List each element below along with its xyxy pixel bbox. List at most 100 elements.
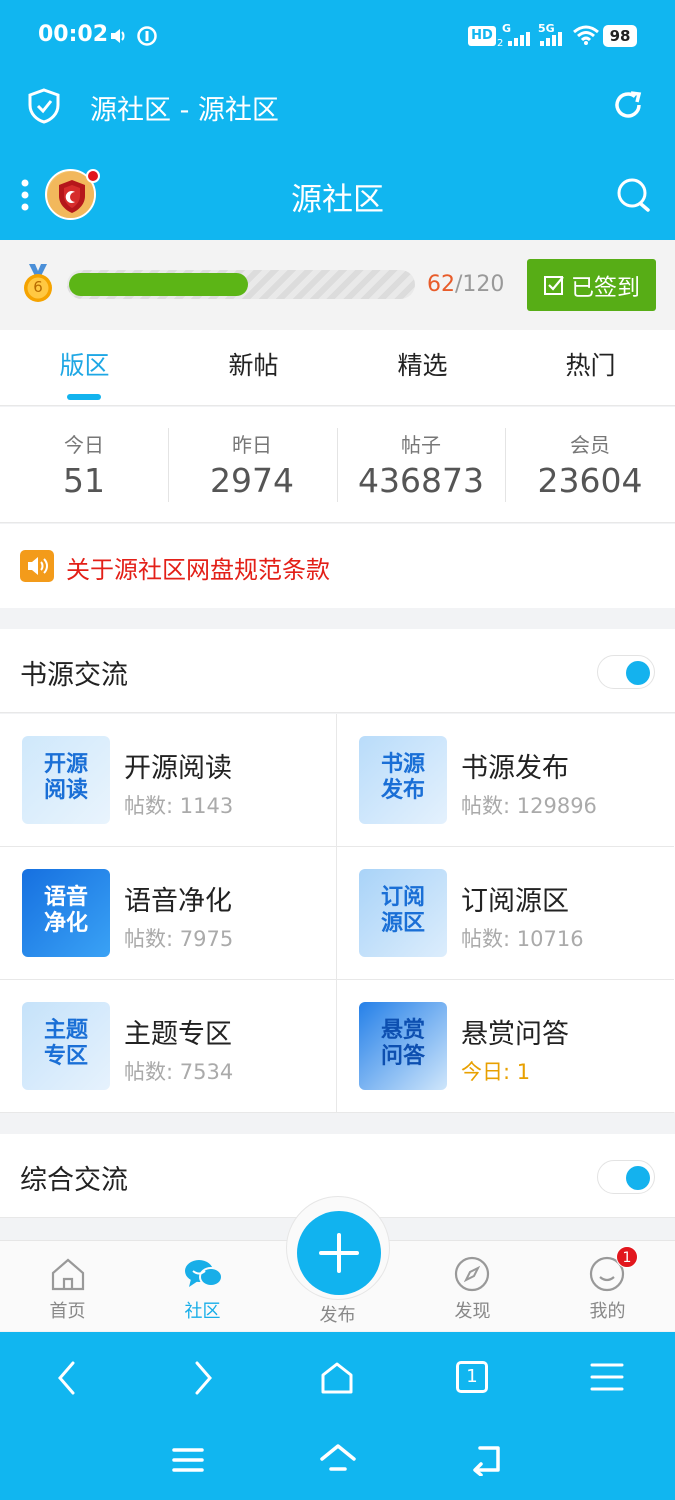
home-page-icon[interactable]	[319, 1360, 355, 1396]
icon-text: 问答	[380, 1044, 425, 1069]
stat-members: 会员 23604	[506, 407, 674, 523]
forum-themes[interactable]: 主题 专区 主题专区 帖数: 7534	[0, 980, 337, 1113]
nav-profile[interactable]: 我的	[540, 1241, 675, 1332]
tab-hot[interactable]: 热门	[506, 330, 675, 406]
battery-indicator: 98	[603, 25, 637, 47]
refresh-icon[interactable]	[610, 87, 646, 123]
forum-post-count: 帖数: 10716	[461, 927, 584, 951]
icon-text: 源区	[380, 911, 425, 936]
forum-post-count: 帖数: 7975	[124, 927, 234, 951]
data-saver-icon	[137, 26, 157, 46]
section-collapse-toggle[interactable]	[597, 655, 655, 689]
profile-notification-badge: 1	[616, 1246, 638, 1268]
icon-text: 语音	[43, 885, 88, 910]
shield-check-icon[interactable]	[27, 88, 61, 124]
nav-label: 我的	[589, 1301, 626, 1322]
forum-book-source-release[interactable]: 书源 发布 书源发布 帖数: 129896	[337, 714, 674, 847]
forum-open-reading[interactable]: 开源 阅读 开源阅读 帖数: 1143	[0, 714, 337, 847]
forum-subscription-sources[interactable]: 订阅 源区 订阅源区 帖数: 10716	[337, 847, 674, 980]
forum-post-count: 帖数: 7534	[124, 1060, 234, 1084]
forum-name: 悬赏问答	[461, 1019, 569, 1050]
section-header-book-sources: 书源交流	[0, 629, 675, 713]
nav-community[interactable]: 社区	[135, 1241, 270, 1332]
toggle-knob	[626, 1166, 650, 1190]
forum-voice-purify[interactable]: 语音 净化 语音净化 帖数: 7975	[0, 847, 337, 980]
stat-value: 23604	[537, 461, 643, 500]
top-header: 00:02 HD 2 G 5G 98 源社区 - 源社区 源社区	[0, 0, 675, 240]
stat-label: 今日	[64, 433, 104, 457]
stat-divider	[337, 428, 338, 502]
signal-5g-icon	[540, 32, 562, 46]
forum-thumbnail-icon: 悬赏 问答	[359, 1002, 447, 1090]
stat-label: 帖子	[401, 433, 441, 457]
forum-grid: 开源 阅读 开源阅读 帖数: 1143 书源 发布 书源发布 帖数: 12989…	[0, 714, 675, 1113]
wifi-icon	[573, 25, 599, 45]
experience-progress-bar	[67, 270, 415, 299]
nav-label: 发现	[454, 1301, 491, 1322]
experience-total: /120	[455, 272, 505, 297]
publish-fab-button[interactable]	[297, 1211, 381, 1295]
icon-text: 悬赏	[380, 1018, 425, 1043]
tab-new-posts[interactable]: 新帖	[169, 330, 338, 406]
speaker-icon	[20, 550, 54, 582]
system-home-icon[interactable]	[318, 1442, 358, 1476]
forum-name: 主题专区	[124, 1019, 232, 1050]
hd-sub: 2	[497, 38, 504, 49]
experience-count: 62/120	[427, 272, 504, 297]
icon-text: 订阅	[380, 885, 425, 910]
tab-featured[interactable]: 精选	[338, 330, 507, 406]
level-badge-number: 6	[33, 278, 43, 296]
icon-text: 专区	[43, 1044, 88, 1069]
stat-value: 2974	[210, 461, 294, 500]
browser-page-title: 源社区 - 源社区	[90, 95, 279, 126]
community-icon	[185, 1260, 223, 1287]
compass-icon	[454, 1256, 490, 1292]
announcement-bar[interactable]: 关于源社区网盘规范条款	[0, 524, 675, 608]
signed-in-button[interactable]: 已签到	[527, 259, 656, 311]
forum-thumbnail-icon: 订阅 源区	[359, 869, 447, 957]
forward-icon[interactable]	[190, 1360, 216, 1396]
stat-divider	[168, 428, 169, 502]
forum-thumbnail-icon: 语音 净化	[22, 869, 110, 957]
forum-bounty-qa[interactable]: 悬赏 问答 悬赏问答 今日: 1	[337, 980, 674, 1113]
forum-name: 开源阅读	[124, 753, 232, 784]
experience-progress-fill	[69, 273, 248, 296]
forum-post-count: 帖数: 129896	[461, 794, 597, 818]
nav-discover[interactable]: 发现	[405, 1241, 540, 1332]
section-collapse-toggle[interactable]	[597, 1160, 655, 1194]
system-back-icon[interactable]	[470, 1442, 506, 1476]
app-title: 源社区	[291, 182, 384, 218]
icon-text: 阅读	[43, 778, 88, 803]
system-menu-icon[interactable]	[172, 1446, 204, 1474]
forum-thumbnail-icon: 开源 阅读	[22, 736, 110, 824]
nav-label: 首页	[49, 1301, 86, 1322]
forum-name: 订阅源区	[461, 886, 569, 917]
stat-label: 会员	[570, 433, 610, 457]
toggle-knob	[626, 661, 650, 685]
stat-value: 436873	[358, 461, 484, 500]
forum-name: 语音净化	[124, 886, 232, 917]
forum-name: 书源发布	[461, 753, 569, 784]
icon-text: 主题	[43, 1018, 88, 1043]
nav-home[interactable]: 首页	[0, 1241, 135, 1332]
hd-icon: HD	[468, 26, 496, 46]
experience-current: 62	[427, 272, 455, 297]
forum-tabs: 版区 新帖 精选 热门	[0, 330, 675, 406]
icon-text: 发布	[380, 778, 425, 803]
menu-icon[interactable]	[590, 1362, 624, 1392]
stat-divider	[505, 428, 506, 502]
nav-label: 发布	[319, 1305, 356, 1326]
signed-in-label: 已签到	[571, 275, 640, 301]
back-icon[interactable]	[54, 1360, 80, 1396]
announcement-text[interactable]: 关于源社区网盘规范条款	[66, 550, 330, 585]
stat-label: 昨日	[232, 433, 272, 457]
section-title: 书源交流	[20, 660, 128, 691]
tabs-count-button[interactable]: 1	[456, 1361, 488, 1393]
signal-icon	[508, 32, 530, 46]
icon-text: 净化	[43, 911, 88, 936]
stat-value: 51	[63, 461, 105, 500]
search-icon[interactable]	[615, 176, 653, 214]
checkbox-icon	[544, 276, 564, 295]
plus-icon	[319, 1233, 359, 1273]
section-title: 综合交流	[20, 1165, 128, 1196]
